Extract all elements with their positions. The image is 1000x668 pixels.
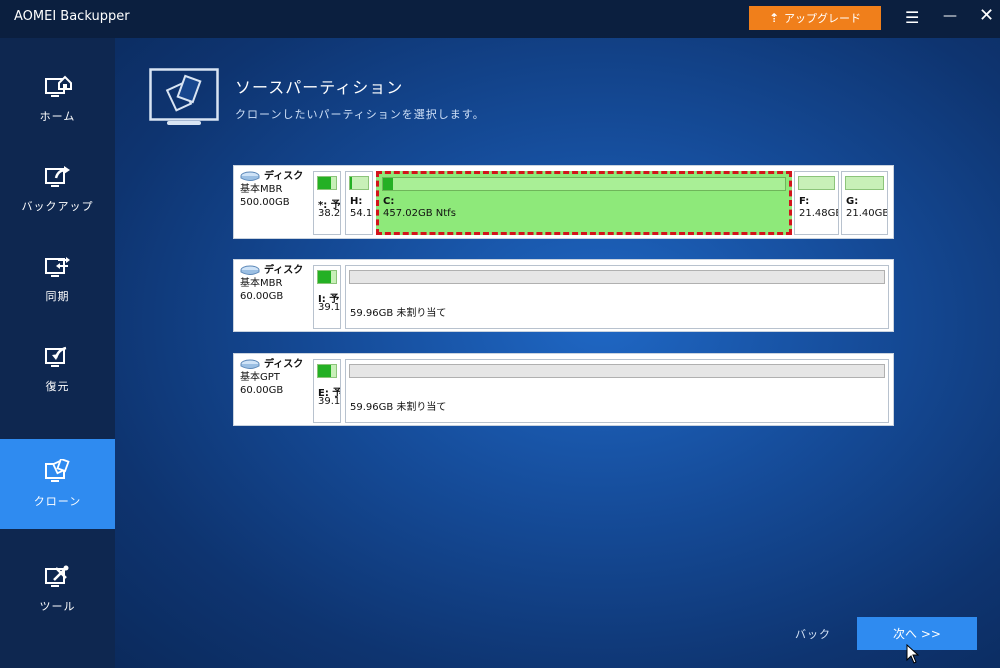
sidebar-item-restore[interactable]: 復元 — [0, 324, 115, 414]
disk-panel: ディスク 基本MBR 500.00GB *: 予 38.2 H: 54.1 C:… — [233, 165, 894, 239]
partition-unallocated[interactable]: 59.96GB 未割り当て — [345, 265, 889, 329]
sidebar-item-label: バックアップ — [21, 200, 94, 213]
upgrade-label: アップグレード — [784, 12, 862, 25]
disk-panel: ディスク 基本MBR 60.00GB I: 予 39.1 59.96GB 未割り… — [233, 259, 894, 332]
upgrade-button[interactable]: ⇡ アップグレード — [749, 6, 881, 30]
disk-icon — [240, 359, 260, 369]
sidebar-item-sync[interactable]: 同期 — [0, 234, 115, 324]
upgrade-arrow-icon: ⇡ — [768, 11, 780, 25]
sidebar-item-clone[interactable]: クローン — [0, 439, 115, 529]
mouse-cursor-icon — [906, 644, 920, 664]
disk-name: ディスク — [240, 170, 314, 183]
sidebar: ホーム バックアップ 同期 復元 クローン ツール — [0, 38, 115, 668]
main-panel: ソースパーティション クローンしたいパーティションを選択します。 ディスク 基本… — [115, 38, 1000, 668]
sidebar-item-backup[interactable]: バックアップ — [0, 144, 115, 234]
menu-icon[interactable]: ☰ — [905, 10, 921, 26]
partition[interactable]: E: 予 39.1 — [313, 359, 341, 423]
partition[interactable]: H: 54.1 — [345, 171, 373, 235]
partition-selected[interactable]: C: 457.02GB Ntfs — [376, 171, 792, 235]
tools-icon — [44, 565, 68, 587]
restore-icon — [44, 346, 66, 367]
sidebar-item-label: ツール — [39, 600, 76, 613]
sync-icon — [44, 257, 70, 277]
disk-size: 500.00GB — [240, 197, 290, 208]
page-subtitle: クローンしたいパーティションを選択します。 — [235, 108, 485, 121]
disk-type: 基本MBR — [240, 278, 283, 289]
disk-info: ディスク 基本GPT 60.00GB — [240, 358, 314, 397]
title-bar: AOMEI Backupper ⇡ アップグレード ☰ — ✕ — [0, 0, 1000, 38]
partition[interactable]: F: 21.48GB — [794, 171, 839, 235]
disk-size: 60.00GB — [240, 385, 284, 396]
sidebar-item-label: クローン — [33, 495, 82, 508]
disk-type: 基本MBR — [240, 184, 283, 195]
disk-info: ディスク 基本MBR 500.00GB — [240, 170, 314, 209]
backup-icon — [44, 166, 70, 187]
home-icon — [44, 75, 72, 97]
clone-monitor-icon — [149, 68, 219, 125]
sidebar-item-label: 同期 — [45, 290, 70, 303]
back-button[interactable]: バック — [795, 626, 831, 642]
app-title: AOMEI Backupper — [14, 9, 130, 24]
partition-unallocated[interactable]: 59.96GB 未割り当て — [345, 359, 889, 423]
sidebar-item-tools[interactable]: ツール — [0, 544, 115, 634]
sidebar-item-home[interactable]: ホーム — [0, 54, 115, 144]
disk-icon — [240, 265, 260, 275]
disk-info: ディスク 基本MBR 60.00GB — [240, 264, 314, 303]
partition[interactable]: G: 21.40GB — [841, 171, 888, 235]
disk-icon — [240, 171, 260, 181]
page-title: ソースパーティション — [235, 78, 404, 97]
disk-panel: ディスク 基本GPT 60.00GB E: 予 39.1 59.96GB 未割り… — [233, 353, 894, 426]
disk-name: ディスク — [240, 358, 314, 371]
clone-icon — [44, 459, 70, 482]
disk-name: ディスク — [240, 264, 314, 277]
sidebar-item-label: 復元 — [45, 380, 70, 393]
disk-type: 基本GPT — [240, 372, 280, 383]
minimize-icon[interactable]: — — [943, 8, 959, 24]
partition[interactable]: *: 予 38.2 — [313, 171, 341, 235]
partition[interactable]: I: 予 39.1 — [313, 265, 341, 329]
disk-size: 60.00GB — [240, 291, 284, 302]
sidebar-item-label: ホーム — [39, 110, 76, 123]
close-icon[interactable]: ✕ — [979, 7, 997, 25]
